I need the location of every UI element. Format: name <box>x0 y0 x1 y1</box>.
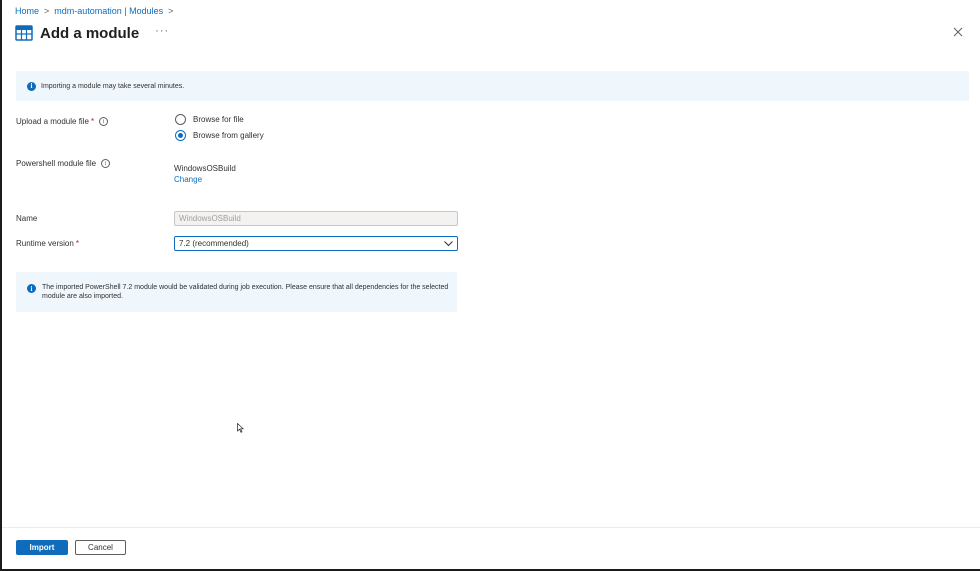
info-banner: i Importing a module may take several mi… <box>16 71 969 101</box>
radio-button-checked[interactable] <box>175 130 186 141</box>
chevron-right-icon: > <box>44 6 50 16</box>
ps-module-value: WindowsOSBuild <box>174 164 236 173</box>
change-link[interactable]: Change <box>174 175 202 184</box>
page-title: Add a module <box>40 24 140 42</box>
required-mark: * <box>90 117 95 126</box>
footer-divider <box>2 527 980 528</box>
info-tooltip-icon[interactable]: i <box>99 117 109 126</box>
runtime-version-select[interactable]: 7.2 (recommended) <box>174 236 458 251</box>
ps-module-label: Powershell module file i <box>16 159 111 168</box>
radio-browse-file[interactable]: Browse for file <box>175 114 244 125</box>
info-tooltip-icon[interactable]: i <box>101 159 111 168</box>
breadcrumb: Home > mdm-automation | Modules > <box>15 6 173 16</box>
note-text: The imported PowerShell 7.2 module would… <box>42 284 449 300</box>
name-label: Name <box>16 214 38 223</box>
runtime-label: Runtime version * <box>16 239 79 248</box>
close-icon[interactable] <box>951 25 965 39</box>
upload-label: Upload a module file * i <box>16 117 109 126</box>
info-icon: i <box>27 284 36 293</box>
info-icon: i <box>27 81 36 91</box>
chevron-right-icon: > <box>168 6 174 16</box>
name-input: WindowsOSBuild <box>174 211 458 226</box>
radio-button[interactable] <box>175 114 186 125</box>
mouse-cursor-icon <box>237 423 244 433</box>
breadcrumb-home[interactable]: Home <box>15 6 39 16</box>
import-button[interactable]: Import <box>16 540 68 555</box>
radio-browse-gallery[interactable]: Browse from gallery <box>175 130 264 141</box>
module-grid-icon <box>15 25 33 41</box>
page-header: Add a module ··· <box>15 24 169 42</box>
required-mark: * <box>75 239 79 248</box>
runtime-select-value: 7.2 (recommended) <box>179 239 249 248</box>
more-options-button[interactable]: ··· <box>155 25 169 37</box>
banner-text: Importing a module may take several minu… <box>41 82 185 90</box>
chevron-down-icon <box>444 241 453 247</box>
validation-note: i The imported PowerShell 7.2 module wou… <box>16 272 457 312</box>
cancel-button[interactable]: Cancel <box>75 540 126 555</box>
breadcrumb-modules[interactable]: mdm-automation | Modules <box>54 6 163 16</box>
